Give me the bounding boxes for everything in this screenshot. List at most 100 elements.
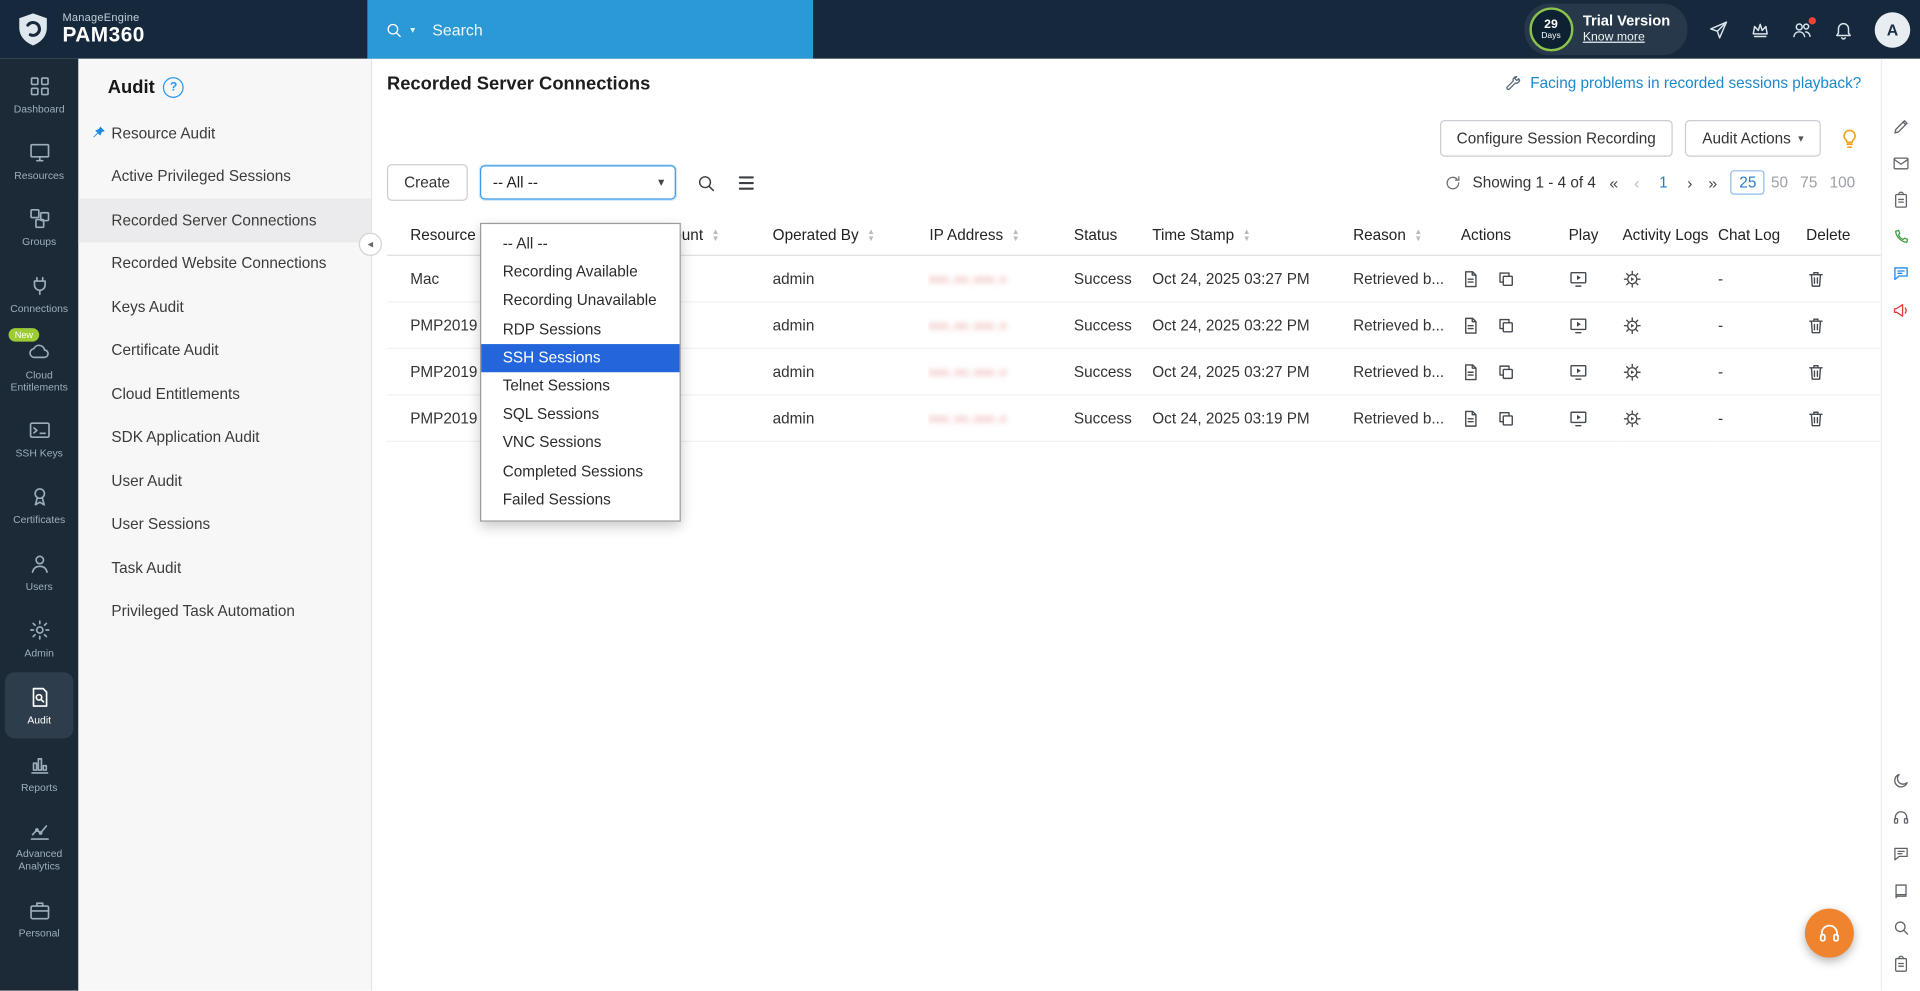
play-session-icon[interactable] (1569, 408, 1589, 428)
notes-icon[interactable] (1892, 955, 1910, 973)
playback-help-link[interactable]: Facing problems in recorded sessions pla… (1530, 75, 1861, 92)
brand[interactable]: ManageEngine PAM360 (15, 0, 145, 59)
dropdown-option--all-[interactable]: -- All -- (481, 230, 679, 258)
sidebar-item-resources[interactable]: Resources (0, 128, 78, 194)
sidebar-item-resource-audit[interactable]: Resource Audit (78, 111, 371, 154)
community-chat-icon[interactable] (1892, 264, 1910, 282)
trial-badge[interactable]: 29 Days Trial Version Know more (1524, 4, 1687, 55)
col-ip-address[interactable]: IP Address▲▼ (928, 216, 1072, 256)
sidebar-item-personal[interactable]: Personal (0, 885, 78, 951)
session-details-icon[interactable] (1461, 315, 1481, 335)
edit-icon[interactable] (1892, 118, 1910, 136)
create-button[interactable]: Create (387, 164, 467, 201)
dropdown-option-telnet-sessions[interactable]: Telnet Sessions (481, 372, 679, 400)
dropdown-option-vnc-sessions[interactable]: VNC Sessions (481, 429, 679, 457)
page-size-25[interactable]: 25 (1731, 170, 1765, 194)
refresh-icon[interactable] (1443, 173, 1461, 191)
session-details-icon[interactable] (1461, 408, 1481, 428)
session-activity-icon[interactable] (1622, 408, 1642, 428)
sidebar-item-user-audit[interactable]: User Audit (78, 459, 371, 502)
session-filter-select[interactable]: -- All -- ▾ (479, 165, 675, 199)
first-page-button[interactable]: « (1607, 173, 1621, 191)
dropdown-option-failed-sessions[interactable]: Failed Sessions (481, 486, 679, 514)
mail-icon[interactable] (1892, 154, 1910, 172)
page-size-50[interactable]: 50 (1765, 171, 1794, 193)
sidebar-item-privileged-task-automation[interactable]: Privileged Task Automation (78, 590, 371, 633)
live-chat-icon[interactable] (1892, 845, 1910, 863)
dropdown-option-recording-available[interactable]: Recording Available (481, 259, 679, 287)
user-avatar[interactable]: A (1875, 12, 1911, 48)
copy-session-icon[interactable] (1496, 362, 1516, 382)
page-size-100[interactable]: 100 (1823, 171, 1861, 193)
copy-session-icon[interactable] (1496, 315, 1516, 335)
sidebar-item-ssh-keys[interactable]: SSH Keys (0, 405, 78, 471)
col-reason[interactable]: Reason▲▼ (1352, 216, 1460, 256)
sidebar-item-dashboard[interactable]: Dashboard (0, 61, 78, 127)
play-session-icon[interactable] (1569, 269, 1589, 289)
session-activity-icon[interactable] (1622, 362, 1642, 382)
call-icon[interactable] (1892, 228, 1910, 246)
search-help-icon[interactable] (1892, 918, 1910, 936)
copy-session-icon[interactable] (1496, 408, 1516, 428)
whats-new-icon[interactable] (1708, 19, 1729, 40)
sort-icon[interactable]: ▲▼ (867, 229, 875, 242)
sidebar-item-sdk-application-audit[interactable]: SDK Application Audit (78, 416, 371, 459)
announcements-icon[interactable] (1892, 301, 1910, 319)
page-size-75[interactable]: 75 (1794, 171, 1823, 193)
dropdown-option-rdp-sessions[interactable]: RDP Sessions (481, 315, 679, 343)
sidebar-item-advanced-analytics[interactable]: Advanced Analytics (0, 806, 78, 885)
dropdown-option-recording-unavailable[interactable]: Recording Unavailable (481, 287, 679, 315)
sidebar-collapse-button[interactable]: ◂ (359, 233, 382, 256)
audit-actions-button[interactable]: Audit Actions ▾ (1685, 120, 1821, 157)
sidebar-item-certificate-audit[interactable]: Certificate Audit (78, 329, 371, 372)
delete-row-icon[interactable] (1806, 315, 1826, 335)
sidebar-item-recorded-website-connections[interactable]: Recorded Website Connections (78, 242, 371, 285)
support-icon[interactable] (1892, 808, 1910, 826)
theme-icon[interactable] (1892, 771, 1910, 789)
sort-icon[interactable]: ▲▼ (1012, 229, 1020, 242)
dropdown-option-completed-sessions[interactable]: Completed Sessions (481, 458, 679, 486)
sort-icon[interactable]: ▲▼ (712, 229, 720, 242)
feedback-icon[interactable] (1892, 191, 1910, 209)
search-placeholder[interactable]: Search (432, 20, 482, 38)
delete-row-icon[interactable] (1806, 269, 1826, 289)
sidebar-item-cloud-entitlements[interactable]: NewCloud Entitlements (0, 327, 78, 406)
session-activity-icon[interactable] (1622, 269, 1642, 289)
sidebar-item-admin[interactable]: Admin (0, 605, 78, 671)
sidebar-item-task-audit[interactable]: Task Audit (78, 546, 371, 589)
configure-session-recording-button[interactable]: Configure Session Recording (1440, 120, 1673, 157)
play-session-icon[interactable] (1569, 362, 1589, 382)
sidebar-item-connections[interactable]: Connections (0, 260, 78, 326)
tips-bulb-icon[interactable] (1838, 127, 1861, 150)
license-icon[interactable] (1750, 19, 1771, 40)
help-icon[interactable]: ? (163, 77, 184, 98)
column-chooser-icon[interactable] (735, 172, 756, 193)
col-time-stamp[interactable]: Time Stamp▲▼ (1151, 216, 1352, 256)
col-operated-by[interactable]: Operated By▲▼ (771, 216, 928, 256)
search-scope-caret-icon[interactable]: ▾ (410, 24, 415, 35)
play-session-icon[interactable] (1569, 315, 1589, 335)
global-search[interactable]: ▾ Search (367, 0, 813, 59)
dropdown-option-ssh-sessions[interactable]: SSH Sessions (481, 344, 679, 372)
sidebar-item-users[interactable]: Users (0, 538, 78, 604)
session-details-icon[interactable] (1461, 269, 1481, 289)
delete-row-icon[interactable] (1806, 408, 1826, 428)
table-search-icon[interactable] (695, 172, 716, 193)
session-activity-icon[interactable] (1622, 315, 1642, 335)
sidebar-item-user-sessions[interactable]: User Sessions (78, 503, 371, 546)
sidebar-item-reports[interactable]: Reports (0, 740, 78, 806)
delete-row-icon[interactable] (1806, 362, 1826, 382)
dropdown-option-sql-sessions[interactable]: SQL Sessions (481, 401, 679, 429)
notifications-icon[interactable] (1833, 19, 1854, 40)
sidebar-item-active-privileged-sessions[interactable]: Active Privileged Sessions (78, 155, 371, 198)
sort-icon[interactable]: ▲▼ (1414, 229, 1422, 242)
sort-icon[interactable]: ▲▼ (1243, 229, 1251, 242)
current-page[interactable]: 1 (1653, 174, 1674, 191)
sidebar-item-certificates[interactable]: Certificates (0, 472, 78, 538)
active-users-icon[interactable] (1791, 19, 1812, 40)
last-page-button[interactable]: » (1706, 173, 1720, 191)
know-more-link[interactable]: Know more (1583, 31, 1670, 46)
sidebar-item-keys-audit[interactable]: Keys Audit (78, 285, 371, 328)
copy-session-icon[interactable] (1496, 269, 1516, 289)
knowledge-base-icon[interactable] (1892, 882, 1910, 900)
